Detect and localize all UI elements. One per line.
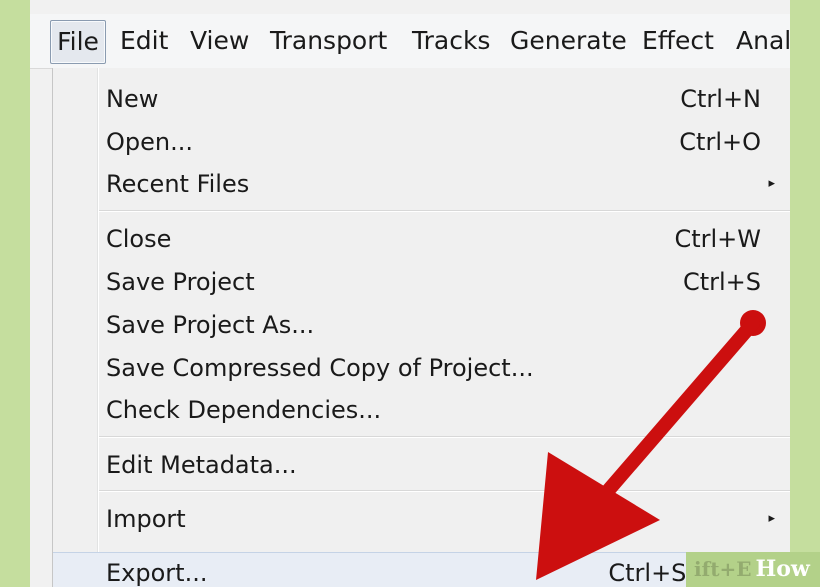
arrow-head: [536, 452, 660, 580]
watermark-badge: ift+E How: [686, 552, 820, 587]
red-arrow-icon: [536, 310, 766, 580]
arrow-shaft: [593, 316, 760, 507]
watermark-ghost-text: ift+E: [694, 557, 752, 581]
watermark-text: How: [755, 556, 810, 582]
